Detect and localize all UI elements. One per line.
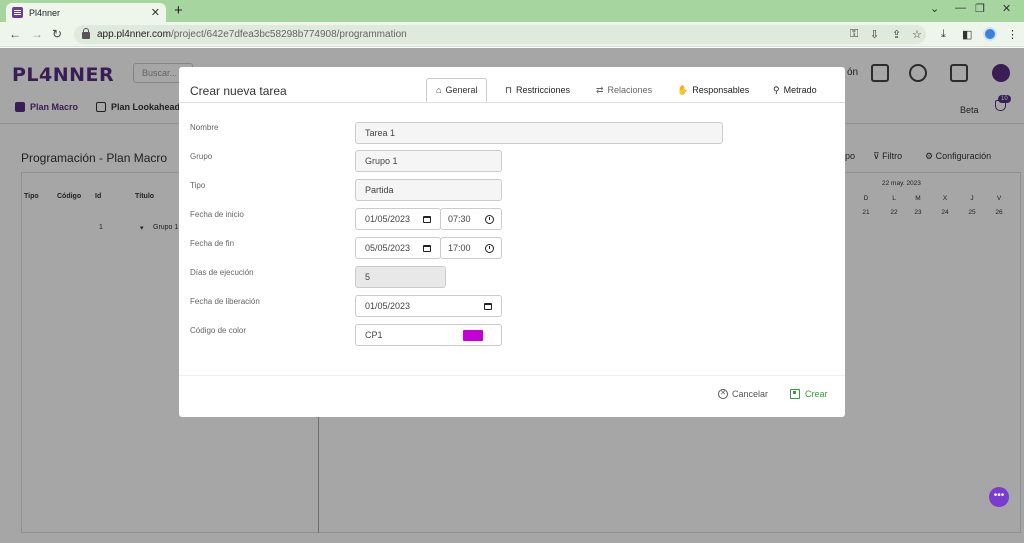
tab-restricciones[interactable]: ⊓ Restricciones: [505, 78, 570, 102]
browser-address-bar: ← → ↻ app.pl4nner.com/project/642e7dfea3…: [0, 22, 1024, 47]
tab-restricciones-label: Restricciones: [516, 85, 571, 95]
label-nombre: Nombre: [190, 123, 219, 132]
measure-icon: ⚲: [773, 84, 780, 95]
save-icon: [790, 389, 800, 399]
download-icon[interactable]: ⤓: [941, 28, 946, 41]
label-grupo: Grupo: [190, 152, 213, 161]
label-fecha-fin: Fecha de fin: [190, 239, 235, 248]
tab-general-label: General: [445, 85, 478, 95]
fecha-fin-date-value: 05/05/2023: [365, 243, 411, 253]
create-task-modal: Crear nueva tarea ⌂ General ⊓ Restriccio…: [179, 67, 845, 417]
label-tipo: Tipo: [190, 181, 206, 190]
label-fecha-inicio: Fecha de inicio: [190, 210, 244, 219]
tab-general[interactable]: ⌂ General: [426, 78, 488, 102]
forward-arrow-icon[interactable]: →: [31, 27, 43, 41]
cancel-label: Cancelar: [732, 389, 769, 399]
side-panel-icon[interactable]: ◧: [962, 28, 972, 41]
share-icon[interactable]: ⇪: [892, 28, 901, 41]
calendar-icon[interactable]: [423, 215, 431, 223]
new-tab-plus-icon[interactable]: +: [174, 2, 183, 19]
footer-divider: [179, 375, 845, 376]
fecha-liberacion-value: 01/05/2023: [365, 301, 411, 311]
dias-ejecucion-input: 5: [355, 266, 446, 288]
fecha-inicio-time-input[interactable]: 07:30: [440, 208, 502, 230]
fecha-fin-date-input[interactable]: 05/05/2023: [355, 237, 441, 259]
tab-title: Pl4nner: [29, 7, 61, 18]
label-dias-ejecucion: Días de ejecución: [190, 268, 254, 277]
relations-icon: ⇄: [596, 84, 604, 95]
tab-responsables[interactable]: ✋ Responsables: [677, 78, 749, 102]
home-icon: ⌂: [436, 85, 442, 95]
cancel-button[interactable]: ✕ Cancelar: [718, 389, 768, 399]
nombre-input[interactable]: Tarea 1: [355, 122, 723, 144]
key-icon[interactable]: ⚿: [850, 28, 858, 41]
chevron-down-icon[interactable]: ⌄: [930, 2, 939, 15]
barrier-icon: ⊓: [505, 84, 513, 95]
fecha-inicio-date-input[interactable]: 01/05/2023: [355, 208, 441, 230]
tab-metrado-label: Metrado: [783, 85, 817, 95]
url-path: /project/642e7dfea3bc58298b774908/progra…: [170, 29, 407, 40]
back-arrow-icon[interactable]: ←: [9, 27, 21, 41]
fecha-liberacion-input[interactable]: 01/05/2023: [355, 295, 502, 317]
url-host: app.pl4nner.com: [97, 29, 171, 40]
kebab-menu-icon[interactable]: ⋮: [1007, 28, 1018, 41]
modal-title: Crear nueva tarea: [190, 84, 287, 98]
codigo-color-select[interactable]: CP1: [355, 324, 502, 346]
floating-action-button[interactable]: •••: [989, 487, 1009, 507]
color-swatch: [463, 329, 483, 341]
clock-icon[interactable]: [485, 243, 494, 253]
create-label: Crear: [805, 389, 828, 399]
handshake-icon: ✋: [677, 84, 689, 95]
calendar-icon[interactable]: [423, 244, 431, 252]
fecha-fin-time-input[interactable]: 17:00: [440, 237, 502, 259]
tab-metrado[interactable]: ⚲ Metrado: [773, 78, 817, 102]
create-button[interactable]: Crear: [790, 389, 828, 399]
fecha-inicio-date-value: 01/05/2023: [365, 214, 411, 224]
url-field[interactable]: app.pl4nner.com/project/642e7dfea3bc5829…: [74, 25, 926, 44]
reload-icon[interactable]: ↻: [52, 27, 62, 41]
label-codigo-color: Código de color: [190, 326, 247, 335]
browser-tab[interactable]: Pl4nner ✕: [6, 3, 166, 22]
codigo-color-value: CP1: [365, 330, 383, 340]
label-fecha-liberacion: Fecha de liberación: [190, 297, 260, 306]
grupo-select[interactable]: Grupo 1: [355, 150, 502, 172]
tipo-select[interactable]: Partida: [355, 179, 502, 201]
profile-avatar-icon[interactable]: [983, 27, 997, 41]
browser-tab-bar: Pl4nner ✕ + ⌄ — ❐ ✕: [0, 0, 1024, 22]
fecha-inicio-time-value: 07:30: [448, 214, 471, 224]
tab-relaciones-label: Relaciones: [607, 85, 653, 95]
install-app-icon[interactable]: ⇩: [870, 28, 879, 41]
lock-icon: [82, 28, 90, 39]
tab-relaciones[interactable]: ⇄ Relaciones: [596, 78, 652, 102]
tab-responsables-label: Responsables: [692, 85, 750, 95]
clock-icon[interactable]: [485, 214, 494, 224]
pl4nner-favicon-icon: [12, 7, 23, 18]
restore-icon[interactable]: ❐: [975, 2, 985, 15]
tabs-divider: [179, 102, 845, 103]
bookmark-star-icon[interactable]: ☆: [912, 28, 922, 41]
close-circle-icon: ✕: [718, 389, 728, 399]
calendar-icon[interactable]: [484, 302, 492, 310]
fecha-fin-time-value: 17:00: [448, 243, 471, 253]
close-icon[interactable]: ✕: [151, 6, 160, 19]
window-close-icon[interactable]: ✕: [1002, 2, 1011, 15]
minimize-icon[interactable]: —: [955, 2, 966, 14]
